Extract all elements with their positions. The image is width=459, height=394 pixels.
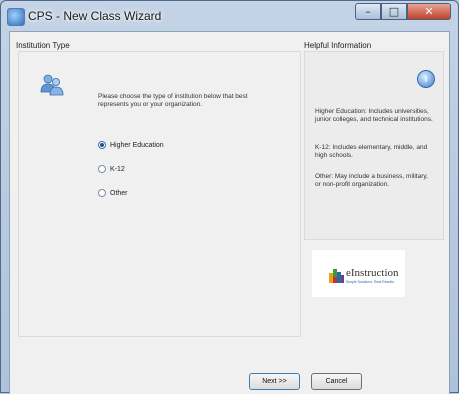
app-icon xyxy=(7,8,25,26)
einstruction-logo-icon xyxy=(329,269,344,283)
title-bar[interactable]: CPS - New Class Wizard – □ ✕ xyxy=(1,1,458,31)
radio-other[interactable]: Other xyxy=(98,189,128,197)
help-other: Other: May include a business, military,… xyxy=(315,173,428,188)
maximize-icon: □ xyxy=(388,5,400,18)
einstruction-logo: eInstruction Simple Solutions. Real Resu… xyxy=(312,250,405,297)
close-icon: ✕ xyxy=(424,5,434,18)
minimize-icon: – xyxy=(365,5,371,18)
help-k-12: K-12: Includes elementary, middle, and h… xyxy=(315,144,428,159)
radio-label: Other xyxy=(110,189,128,197)
institution-prompt: Please choose the type of institution be… xyxy=(98,93,248,108)
minimize-button[interactable]: – xyxy=(355,3,381,20)
logo-tagline: Simple Solutions. Real Results. xyxy=(346,280,395,284)
radio-button[interactable] xyxy=(98,141,106,149)
radio-selected-dot xyxy=(100,143,104,147)
helpful-information-panel: i Higher Education: Includes universitie… xyxy=(304,51,444,240)
maximize-button[interactable]: □ xyxy=(381,3,407,20)
radio-higher-education[interactable]: Higher Education xyxy=(98,141,164,149)
users-icon xyxy=(40,74,64,96)
radio-button[interactable] xyxy=(98,165,106,173)
window-title: CPS - New Class Wizard xyxy=(28,9,162,23)
cancel-button[interactable]: Cancel xyxy=(311,373,362,390)
radio-label: Higher Education xyxy=(110,141,164,149)
window-controls: – □ ✕ xyxy=(355,3,451,20)
institution-type-panel: Please choose the type of institution be… xyxy=(18,51,301,337)
radio-k-12[interactable]: K-12 xyxy=(98,165,125,173)
wizard-client-area: Institution Type Helpful Information Ple… xyxy=(9,31,450,394)
radio-label: K-12 xyxy=(110,165,125,173)
next-button[interactable]: Next >> xyxy=(249,373,300,390)
info-icon: i xyxy=(417,70,435,88)
logo-name: eInstruction xyxy=(346,267,399,279)
helpful-information-heading: Helpful Information xyxy=(304,41,372,50)
institution-type-heading: Institution Type xyxy=(16,41,70,50)
close-button[interactable]: ✕ xyxy=(407,3,451,20)
help-higher-education: Higher Education: Includes universities,… xyxy=(315,108,433,123)
wizard-window: CPS - New Class Wizard – □ ✕ Institution… xyxy=(0,0,459,394)
radio-button[interactable] xyxy=(98,189,106,197)
